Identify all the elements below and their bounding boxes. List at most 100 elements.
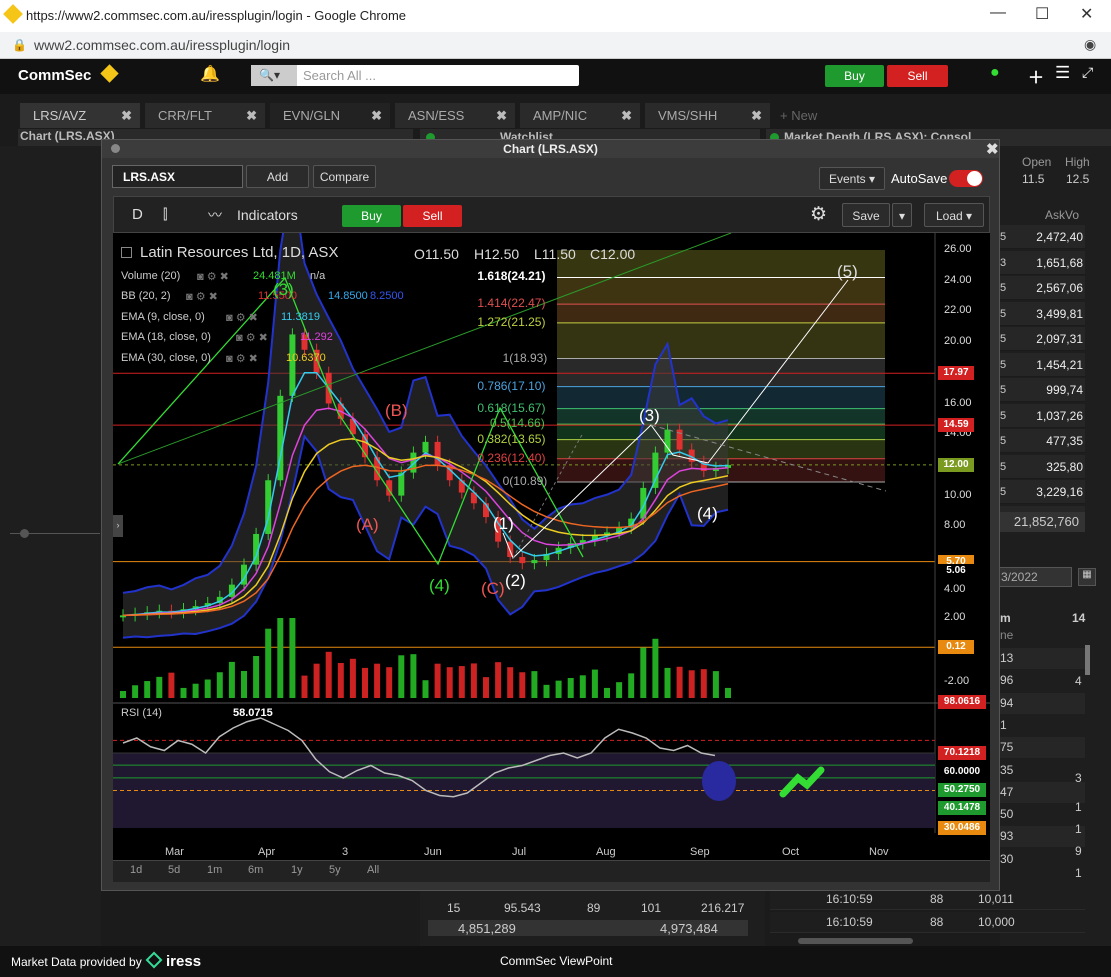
range-button-1m[interactable]: 1m — [207, 864, 222, 876]
volume-bar — [579, 675, 586, 698]
trade-side-value: 1 — [1075, 822, 1082, 836]
volume-bar — [470, 663, 477, 698]
fib-label: 1.618(24.21) — [477, 269, 546, 284]
trade-row-value: 47 — [1000, 784, 1014, 799]
fib-label: 0.786(17.10) — [477, 378, 546, 393]
close-tab-icon[interactable]: ✖ — [751, 108, 762, 124]
range-button-All[interactable]: All — [367, 864, 379, 876]
chart-sell-button[interactable]: Sell — [403, 205, 462, 227]
volume-bar — [604, 687, 610, 698]
close-tab-icon[interactable]: ✖ — [496, 108, 507, 124]
legend-label: BB (20, 2) — [121, 290, 171, 302]
chart-buy-button[interactable]: Buy — [342, 205, 401, 227]
autosave-toggle[interactable] — [949, 170, 983, 187]
volume-bar — [555, 680, 562, 698]
maximize-icon[interactable]: ☐ — [1035, 4, 1049, 24]
ohlc-low: L11.50 — [534, 246, 576, 262]
bottom-right-scroll[interactable] — [798, 938, 913, 944]
warning-icon — [3, 4, 23, 24]
search-icon[interactable]: 🔍▾ — [251, 65, 297, 86]
legend-value: 11.3819 — [281, 311, 320, 323]
volume-bar — [640, 647, 647, 698]
tab-evn-gln[interactable]: EVN/GLN ✖ — [270, 103, 390, 128]
menu-icon[interactable]: ☰ — [1055, 63, 1070, 83]
search-box[interactable]: 🔍▾ Search All ... — [251, 65, 579, 86]
indicators-icon[interactable]: 〰 — [208, 205, 222, 225]
symbol-value: LRS.ASX — [123, 170, 176, 184]
volume-bar — [410, 654, 417, 698]
minimize-icon[interactable]: — — [990, 4, 1006, 22]
load-dropdown[interactable]: Load ▾ — [924, 203, 984, 227]
volume-bar — [168, 672, 175, 698]
url-text[interactable]: www2.commsec.com.au/iressplugin/login — [34, 37, 290, 53]
eye-icon[interactable]: ◉ — [1084, 36, 1096, 53]
range-button-6m[interactable]: 6m — [248, 864, 263, 876]
compare-button[interactable]: Compare — [313, 165, 376, 188]
close-tab-icon[interactable]: ✖ — [371, 108, 382, 124]
legend-tools-icon: ◙ ⚙ ✖ — [186, 291, 218, 303]
collapse-icon[interactable] — [121, 247, 132, 258]
tab-vms-shh[interactable]: VMS/SHH ✖ — [645, 103, 770, 128]
range-button-1y[interactable]: 1y — [291, 864, 303, 876]
tab-asn-ess[interactable]: ASN/ESS ✖ — [395, 103, 515, 128]
expand-icon[interactable]: ⤢ — [1082, 64, 1093, 81]
date-field[interactable]: 3/2022 — [996, 567, 1072, 587]
rsi-level-marker: 70.1218 — [938, 746, 986, 760]
fib-zone — [557, 386, 885, 409]
save-dropdown-icon[interactable]: ▾ — [892, 203, 912, 227]
trade-time: 16:10:59 — [826, 892, 873, 906]
high-value: 12.5 — [1066, 172, 1090, 186]
candle — [664, 429, 671, 453]
trade-row-value: 35 — [1000, 762, 1014, 777]
slider-knob-icon[interactable] — [20, 529, 29, 538]
bell-icon[interactable]: 🔔 — [200, 64, 220, 84]
close-tab-icon[interactable]: ✖ — [121, 108, 132, 124]
add-button[interactable]: Add — [246, 165, 309, 188]
legend-value-2: 14.8500 — [328, 290, 368, 302]
volume-bar — [422, 680, 429, 698]
settings-gear-icon[interactable]: ⚙ — [810, 203, 827, 226]
search-input[interactable]: Search All ... — [303, 68, 376, 83]
tab-lrs-avz[interactable]: LRS/AVZ ✖ — [20, 103, 140, 128]
calendar-icon[interactable]: ▦ — [1078, 568, 1096, 586]
close-tab-icon[interactable]: ✖ — [246, 108, 257, 124]
fib-label: 0(10.89) — [502, 473, 548, 488]
x-tick: Aug — [596, 846, 616, 858]
lightbulb-icon[interactable]: ● — [990, 64, 1000, 82]
close-icon[interactable]: ✕ — [1080, 4, 1093, 24]
new-tab-button[interactable]: + New — [780, 108, 817, 123]
volume-bar — [156, 676, 163, 698]
workspace-tabs: LRS/AVZ ✖ CRR/FLT ✖ EVN/GLN ✖ ASN/ESS ✖ AMP/… — [0, 103, 775, 128]
add-icon[interactable]: ＋ — [1028, 64, 1044, 88]
header-sell-button[interactable]: Sell — [887, 65, 948, 87]
tab-amp-nic[interactable]: AMP/NIC ✖ — [520, 103, 640, 128]
address-bar[interactable]: 🔒 www2.commsec.com.au/iressplugin/login … — [0, 32, 1111, 59]
range-button-1d[interactable]: 1d — [130, 864, 142, 876]
trade-qty: 88 — [930, 892, 944, 906]
trade-side-value: 1 — [1075, 800, 1082, 814]
save-button[interactable]: Save — [842, 203, 890, 227]
symbol-input[interactable]: LRS.ASX — [112, 165, 243, 188]
side-collapse-icon[interactable]: › — [113, 515, 123, 537]
header-buy-button[interactable]: Buy — [825, 65, 884, 87]
window-dot-icon — [111, 144, 120, 153]
rsi-highlight — [702, 761, 736, 801]
indicators-button[interactable]: Indicators — [237, 207, 298, 223]
volume-bar — [289, 618, 296, 698]
rsi-title: RSI (14) — [121, 707, 162, 719]
range-button-5d[interactable]: 5d — [168, 864, 180, 876]
candles-icon[interactable]: ⫿ — [163, 206, 167, 223]
legend-label: EMA (18, close, 0) — [121, 331, 211, 343]
tab-crr-flt[interactable]: CRR/FLT ✖ — [145, 103, 265, 128]
close-tab-icon[interactable]: ✖ — [621, 108, 632, 124]
events-dropdown[interactable]: Events ▾ — [819, 167, 885, 190]
period-button[interactable]: D — [132, 206, 143, 223]
commsec-diamond-icon — [100, 64, 119, 83]
chart-close-icon[interactable]: ✖ — [986, 140, 999, 158]
date-value: 3/2022 — [1001, 570, 1038, 584]
depth-row-prefix: 5 — [1000, 486, 1007, 498]
volume-bar — [531, 671, 538, 698]
range-button-5y[interactable]: 5y — [329, 864, 341, 876]
scrollbar-handle[interactable] — [1085, 645, 1090, 675]
volume-bar — [434, 663, 441, 698]
